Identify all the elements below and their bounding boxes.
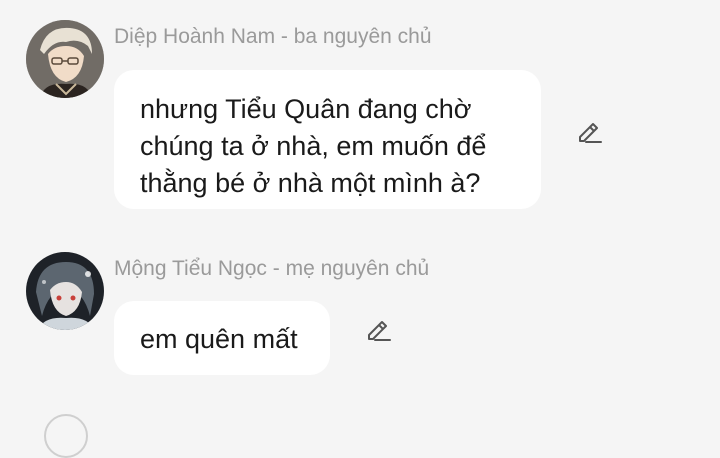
avatar-image (26, 20, 104, 98)
avatar[interactable] (44, 414, 88, 458)
message-line: chúng ta ở nhà, em muốn để (140, 131, 487, 161)
message-line: em quên mất (140, 324, 298, 354)
avatar-image (26, 252, 104, 330)
message-bubble[interactable]: em quên mất (114, 301, 330, 375)
pencil-icon[interactable] (574, 116, 604, 146)
message-line: nhưng Tiểu Quân đang chờ (140, 94, 472, 124)
avatar[interactable] (26, 252, 104, 330)
chat-message: Mộng Tiểu Ngọc - mẹ nguyên chủ em quên m… (0, 230, 720, 390)
pencil-icon[interactable] (363, 314, 393, 344)
chat-message: Diệp Hoành Nam - ba nguyên chủ nhưng Tiể… (0, 0, 720, 230)
sender-name: Diệp Hoành Nam - ba nguyên chủ (114, 25, 432, 48)
message-line: thằng bé ở nhà một mình à? (140, 168, 481, 198)
avatar[interactable] (26, 20, 104, 98)
sender-name: Mộng Tiểu Ngọc - mẹ nguyên chủ (114, 257, 430, 280)
message-bubble[interactable]: nhưng Tiểu Quân đang chờ chúng ta ở nhà,… (114, 70, 541, 209)
